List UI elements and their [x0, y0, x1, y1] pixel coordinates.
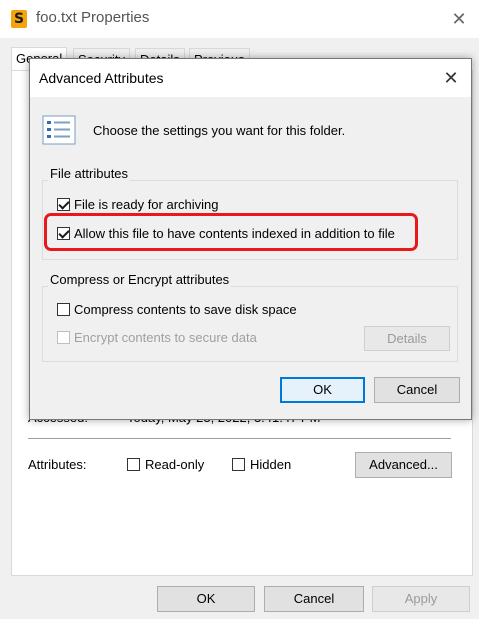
dialog-ok-button[interactable]: OK: [280, 377, 365, 403]
close-icon[interactable]: ✕: [446, 6, 472, 32]
cancel-button[interactable]: Cancel: [264, 586, 364, 612]
dialog-title: Advanced Attributes: [39, 70, 164, 86]
readonly-label: Read-only: [145, 457, 205, 472]
attributes-list-icon: [42, 115, 76, 145]
dialog-close-icon[interactable]: ✕: [438, 65, 464, 91]
advanced-attributes-dialog: Advanced Attributes ✕ Choose the setting…: [29, 58, 472, 420]
red-highlight-annotation: [44, 213, 418, 251]
advanced-button[interactable]: Advanced...: [355, 452, 452, 478]
encrypt-checkbox[interactable]: [57, 331, 70, 344]
dialog-cancel-button[interactable]: Cancel: [374, 377, 460, 403]
compress-checkbox[interactable]: [57, 303, 70, 316]
hidden-label: Hidden: [250, 457, 292, 472]
apply-button[interactable]: Apply: [372, 586, 470, 612]
archive-label: File is ready for archiving: [74, 197, 219, 212]
compress-label: Compress contents to save disk space: [74, 302, 297, 317]
encrypt-label: Encrypt contents to secure data: [74, 330, 257, 345]
details-button[interactable]: Details: [364, 326, 450, 351]
sublime-text-app-icon: S: [11, 10, 27, 28]
window-title: foo.txt Properties: [36, 9, 150, 26]
dialog-intro-text: Choose the settings you want for this fo…: [93, 123, 346, 138]
divider: [28, 438, 451, 439]
file-attributes-group-title: File attributes: [48, 166, 131, 181]
archive-checkbox[interactable]: [57, 198, 70, 211]
compress-encrypt-group-title: Compress or Encrypt attributes: [48, 272, 232, 287]
ok-button[interactable]: OK: [157, 586, 255, 612]
hidden-checkbox[interactable]: [232, 458, 245, 471]
attributes-label: Attributes:: [28, 457, 87, 472]
readonly-checkbox[interactable]: [127, 458, 140, 471]
